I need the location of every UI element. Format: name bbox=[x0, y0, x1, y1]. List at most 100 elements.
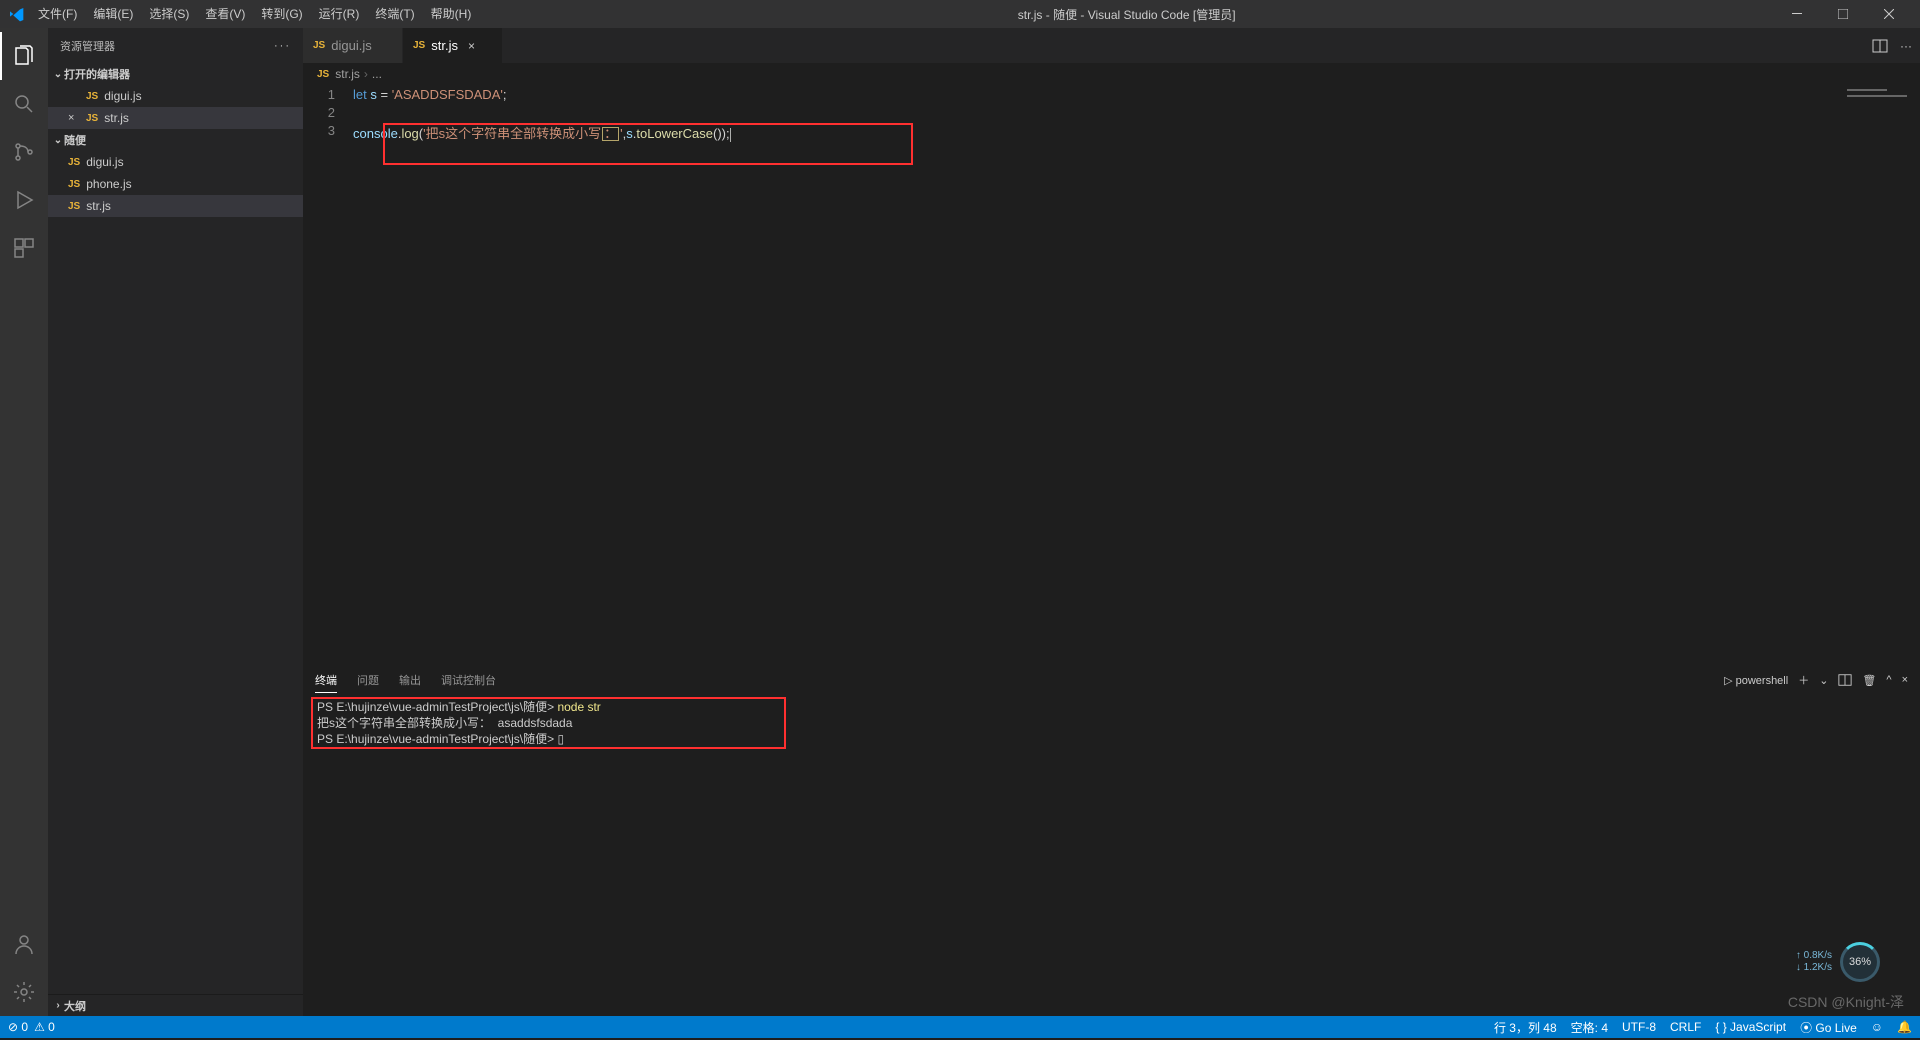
minimize-button[interactable] bbox=[1774, 0, 1820, 28]
chevron-down-icon: ⌄ bbox=[52, 135, 64, 146]
line-number: 1 bbox=[303, 87, 353, 105]
new-terminal-icon[interactable]: ＋ bbox=[1798, 672, 1809, 688]
panel-tab-debug[interactable]: 调试控制台 bbox=[441, 668, 496, 692]
bottom-panel: 终端 问题 输出 调试控制台 ▷ powershell ＋ ⌄ 🗑 ^ × PS… bbox=[303, 664, 1920, 1016]
terminal-prompt: PS E:\hujinze\vue-adminTestProject\js\随便… bbox=[317, 732, 557, 746]
more-icon[interactable]: ··· bbox=[1900, 39, 1912, 53]
terminal-output: 把s这个字符串全部转换成小写： asaddsfsdada bbox=[317, 715, 1906, 731]
panel-tab-problems[interactable]: 问题 bbox=[357, 668, 379, 692]
open-editors-section[interactable]: ⌄打开的编辑器 bbox=[48, 63, 303, 85]
status-encoding[interactable]: UTF-8 bbox=[1622, 1020, 1656, 1034]
tab-actions: ··· bbox=[1872, 28, 1920, 63]
tab-close-icon[interactable]: × bbox=[468, 39, 475, 53]
breadcrumb[interactable]: JS str.js › ... bbox=[303, 63, 1920, 85]
line-gutter: 1 2 3 bbox=[303, 85, 353, 664]
tab-label: str.js bbox=[431, 38, 458, 53]
sidebar-header: 资源管理器 ··· bbox=[48, 28, 303, 63]
status-spaces[interactable]: 空格: 4 bbox=[1571, 1019, 1608, 1036]
panel-tab-terminal[interactable]: 终端 bbox=[315, 668, 337, 693]
status-eol[interactable]: CRLF bbox=[1670, 1020, 1701, 1034]
source-control-icon[interactable] bbox=[0, 128, 48, 176]
status-language[interactable]: { } JavaScript bbox=[1715, 1020, 1786, 1034]
js-file-icon: JS bbox=[317, 69, 329, 80]
file-name: phone.js bbox=[86, 177, 131, 191]
folder-label: 随便 bbox=[64, 132, 86, 148]
sidebar: 资源管理器 ··· ⌄打开的编辑器 JSdigui.js ×JSstr.js ⌄… bbox=[48, 28, 303, 1016]
file-item[interactable]: JS digui.js bbox=[48, 151, 303, 173]
debug-icon[interactable] bbox=[0, 176, 48, 224]
menu-view[interactable]: 查看(V) bbox=[197, 0, 253, 28]
file-name: digui.js bbox=[86, 155, 123, 169]
js-file-icon: JS bbox=[68, 157, 80, 168]
open-editor-item[interactable]: JS digui.js bbox=[48, 85, 303, 107]
outline-section[interactable]: ›大纲 bbox=[48, 994, 303, 1016]
panel-tab-output[interactable]: 输出 bbox=[399, 668, 421, 692]
sidebar-title: 资源管理器 bbox=[60, 38, 115, 54]
close-button[interactable] bbox=[1866, 0, 1912, 28]
cpu-ring: 36% bbox=[1840, 942, 1880, 982]
split-editor-icon[interactable] bbox=[1872, 38, 1888, 54]
tab-str[interactable]: JS str.js × bbox=[403, 28, 503, 63]
js-file-icon: JS bbox=[68, 201, 80, 212]
window-title: str.js - 随便 - Visual Studio Code [管理员] bbox=[479, 6, 1774, 23]
tab-digui[interactable]: JSdigui.js bbox=[303, 28, 403, 63]
status-bell-icon[interactable]: 🔔 bbox=[1897, 1020, 1912, 1034]
status-warnings[interactable]: ⚠ 0 bbox=[34, 1020, 55, 1034]
titlebar: 文件(F) 编辑(E) 选择(S) 查看(V) 转到(G) 运行(R) 终端(T… bbox=[0, 0, 1920, 28]
status-golive[interactable]: ⦿ Go Live bbox=[1800, 1019, 1857, 1036]
menu-go[interactable]: 转到(G) bbox=[253, 0, 310, 28]
code-content[interactable]: let s = 'ASADDSFSDADA'; console.log('把s这… bbox=[353, 85, 1840, 664]
menu-help[interactable]: 帮助(H) bbox=[423, 0, 480, 28]
maximize-button[interactable] bbox=[1820, 0, 1866, 28]
menu-file[interactable]: 文件(F) bbox=[30, 0, 85, 28]
window-controls bbox=[1774, 0, 1912, 28]
status-lncol[interactable]: 行 3，列 48 bbox=[1494, 1019, 1557, 1036]
status-feedback-icon[interactable]: ☺ bbox=[1871, 1020, 1883, 1034]
minimap[interactable] bbox=[1840, 85, 1920, 664]
menubar: 文件(F) 编辑(E) 选择(S) 查看(V) 转到(G) 运行(R) 终端(T… bbox=[30, 0, 479, 28]
shell-selector[interactable]: ▷ powershell bbox=[1724, 674, 1788, 687]
split-terminal-icon[interactable] bbox=[1838, 673, 1852, 687]
terminal-dropdown-icon[interactable]: ⌄ bbox=[1819, 674, 1828, 687]
net-up: ↑ 0.8K/s bbox=[1796, 950, 1832, 962]
file-name: str.js bbox=[104, 111, 129, 125]
watermark: CSDN @Knight-泽 bbox=[1788, 992, 1904, 1012]
line-number: 2 bbox=[303, 105, 353, 123]
file-item[interactable]: JS phone.js bbox=[48, 173, 303, 195]
terminal-prompt: PS E:\hujinze\vue-adminTestProject\js\随便… bbox=[317, 700, 557, 714]
menu-terminal[interactable]: 终端(T) bbox=[367, 0, 422, 28]
activitybar bbox=[0, 28, 48, 1016]
menu-select[interactable]: 选择(S) bbox=[141, 0, 197, 28]
kill-terminal-icon[interactable]: 🗑 bbox=[1862, 674, 1876, 687]
menu-edit[interactable]: 编辑(E) bbox=[85, 0, 141, 28]
terminal-body[interactable]: PS E:\hujinze\vue-adminTestProject\js\随便… bbox=[303, 695, 1920, 1016]
breadcrumb-more: ... bbox=[372, 67, 382, 81]
extensions-icon[interactable] bbox=[0, 224, 48, 272]
folder-section[interactable]: ⌄随便 bbox=[48, 129, 303, 151]
status-errors[interactable]: ⊘ 0 bbox=[8, 1020, 28, 1034]
chevron-right-icon: › bbox=[52, 1000, 64, 1011]
maximize-panel-icon[interactable]: ^ bbox=[1886, 674, 1891, 686]
file-name: digui.js bbox=[104, 89, 141, 103]
sidebar-more-icon[interactable]: ··· bbox=[274, 40, 291, 52]
explorer-icon[interactable] bbox=[0, 32, 48, 80]
js-file-icon: JS bbox=[413, 40, 425, 51]
search-icon[interactable] bbox=[0, 80, 48, 128]
js-file-icon: JS bbox=[86, 113, 98, 124]
close-icon[interactable]: × bbox=[68, 112, 84, 124]
js-file-icon: JS bbox=[68, 179, 80, 190]
account-icon[interactable] bbox=[0, 920, 48, 968]
text-cursor bbox=[730, 128, 731, 142]
statusbar: ⊘ 0 ⚠ 0 行 3，列 48 空格: 4 UTF-8 CRLF { } Ja… bbox=[0, 1016, 1920, 1038]
file-name: str.js bbox=[86, 199, 111, 213]
file-item[interactable]: JS str.js bbox=[48, 195, 303, 217]
open-editor-item[interactable]: ×JS str.js bbox=[48, 107, 303, 129]
close-panel-icon[interactable]: × bbox=[1902, 674, 1908, 686]
code-editor[interactable]: 1 2 3 let s = 'ASADDSFSDADA'; console.lo… bbox=[303, 85, 1920, 664]
menu-run[interactable]: 运行(R) bbox=[311, 0, 368, 28]
settings-icon[interactable] bbox=[0, 968, 48, 1016]
js-file-icon: JS bbox=[86, 91, 98, 102]
terminal-cursor: ▯ bbox=[557, 732, 564, 746]
network-widget: ↑ 0.8K/s ↓ 1.2K/s 36% bbox=[1796, 942, 1880, 982]
editor-area: JSdigui.js JS str.js × ··· JS str.js › ...… bbox=[303, 28, 1920, 1016]
